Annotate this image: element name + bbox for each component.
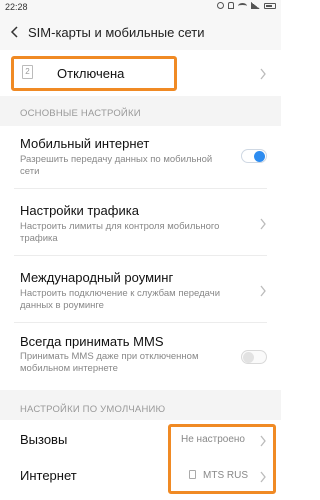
divider (14, 255, 267, 256)
sim-slot-number: 2 (25, 67, 30, 76)
toggle-knob (243, 352, 254, 363)
roaming-title[interactable]: Международный роуминг (20, 270, 173, 285)
wifi-icon (238, 2, 247, 9)
traffic-settings-title[interactable]: Настройки трафика (20, 203, 139, 218)
chevron-right-icon (259, 67, 267, 80)
internet-value: MTS RUS (203, 470, 248, 481)
mobile-internet-subtitle: Разрешить передачу данных по мобильной с… (20, 154, 213, 177)
status-icons (217, 2, 276, 9)
roaming-subtitle: Настроить подключение к службам передачи… (20, 288, 220, 311)
page-title: SIM-карты и мобильные сети (28, 24, 205, 40)
divider (14, 322, 267, 323)
mobile-internet-toggle[interactable] (241, 149, 267, 163)
mms-toggle[interactable] (241, 350, 267, 364)
chevron-right-icon (259, 217, 267, 230)
chevron-right-icon (259, 284, 267, 297)
sim-status-label: Отключена (57, 66, 125, 81)
back-arrow-icon[interactable] (4, 14, 26, 50)
sim-card-icon: 2 (22, 65, 33, 79)
mms-title: Всегда принимать MMS (20, 334, 164, 349)
calls-title[interactable]: Вызовы (20, 432, 67, 447)
mobile-internet-title: Мобильный интернет (20, 136, 150, 151)
traffic-settings-subtitle: Настроить лимиты для контроля мобильного… (20, 221, 220, 244)
calls-value: Не настроено (181, 434, 245, 445)
alarm-icon (217, 2, 224, 9)
battery-icon (264, 2, 276, 9)
internet-title[interactable]: Интернет (20, 468, 77, 483)
section-main-label: ОСНОВНЫЕ НАСТРОЙКИ (20, 108, 141, 119)
divider (14, 188, 267, 189)
mute-icon (228, 2, 234, 9)
sim-card-icon (189, 470, 196, 479)
section-defaults-label: НАСТРОЙКИ ПО УМОЛЧАНИЮ (20, 404, 166, 415)
signal-icon (251, 2, 260, 9)
toggle-knob (254, 151, 265, 162)
sim-slot-row[interactable] (0, 50, 281, 96)
mms-subtitle: Принимать MMS даже при отключенном мобил… (20, 351, 199, 374)
status-bar: 22:28 (0, 0, 281, 14)
header: SIM-карты и мобильные сети (0, 14, 281, 50)
chevron-right-icon (259, 434, 267, 447)
status-time: 22:28 (5, 2, 28, 12)
chevron-right-icon (259, 470, 267, 483)
